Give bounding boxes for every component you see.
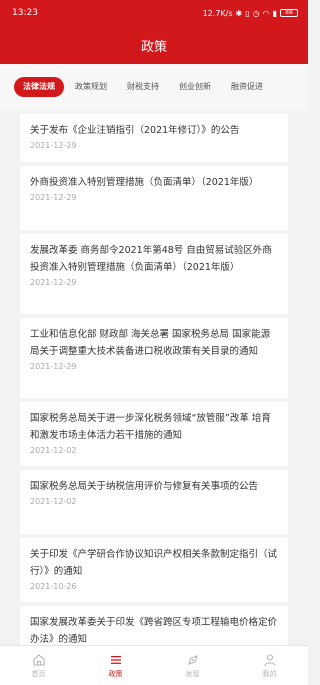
list-item[interactable]: 工业和信息化部 财政部 海关总署 国家税务总局 国家能源局关于调整重大技术装备进… <box>20 318 288 398</box>
tab-finance-tax[interactable]: 财税支持 <box>118 77 168 97</box>
tab-financing[interactable]: 融资促进 <box>222 77 272 97</box>
category-tabs: 法律法规 政策规划 财税支持 创业创新 融资促进 <box>0 64 308 110</box>
list-item[interactable]: 发展改革委 商务部令2021年第48号 自由贸易试验区外商投资准入特别管理措施（… <box>20 234 288 314</box>
list-item[interactable]: 外商投资准入特别管理措施（负面清单）（2021年版） 2021-12-29 <box>20 166 288 230</box>
status-bar: 13:23 12.7K/s ✱ ▯ ◷ ◠ ▮ 88 <box>0 0 308 26</box>
signal-icon: ▮ <box>272 8 277 18</box>
item-title: 国家税务总局关于纳税信用评价与修复有关事项的公告 <box>30 481 259 492</box>
item-date: 2021-12-29 <box>30 193 77 202</box>
list-item[interactable]: 关于发布《企业注销指引（2021年修订）》的公告 2021-12-29 <box>20 114 288 162</box>
item-title: 关于印发《产学研合作协议知识产权相关条款制定指引（试行）》的通知 <box>30 549 278 577</box>
item-title: 外商投资准入特别管理措施（负面清单）（2021年版） <box>30 177 259 188</box>
item-date: 2021-12-29 <box>30 362 77 371</box>
home-icon <box>32 653 45 666</box>
nav-discover-label: 发现 <box>185 669 200 678</box>
item-date: 2021-12-29 <box>30 278 77 287</box>
item-date: 2021-12-29 <box>30 141 77 150</box>
nav-bar: 政策 <box>0 26 308 64</box>
compass-icon <box>187 654 198 665</box>
item-date: 2021-12-02 <box>30 497 77 506</box>
item-title: 关于发布《企业注销指引（2021年修订）》的公告 <box>30 125 240 136</box>
list-item[interactable]: 关于印发《产学研合作协议知识产权相关条款制定指引（试行）》的通知 2021-10… <box>20 538 288 602</box>
tab-laws[interactable]: 法律法规 <box>14 77 64 97</box>
page-title: 政策 <box>140 39 167 55</box>
wifi-icon: ◠ <box>262 8 270 18</box>
item-title: 工业和信息化部 财政部 海关总署 国家税务总局 国家能源局关于调整重大技术装备进… <box>30 329 271 357</box>
status-time: 13:23 <box>12 8 38 18</box>
nav-home-label: 首页 <box>31 669 46 678</box>
nav-discover[interactable]: 发现 <box>154 646 231 685</box>
bottom-tab-bar: 首页 政策 发现 我的 <box>0 645 308 685</box>
list-item[interactable]: 国家税务总局关于进一步深化税务领域“放管服”改革 培育和激发市场主体活力若干措施… <box>20 402 288 466</box>
battery-icon: 88 <box>280 9 298 17</box>
tab-policy-plan[interactable]: 政策规划 <box>66 77 116 97</box>
list-item[interactable]: 国家发展改革委关于印发《跨省跨区专项工程输电价格定价办法》的通知 2021-10… <box>20 606 288 645</box>
policy-list: 关于发布《企业注销指引（2021年修订）》的公告 2021-12-29 外商投资… <box>0 110 308 645</box>
nav-policy[interactable]: 政策 <box>77 646 154 685</box>
tab-innovation[interactable]: 创业创新 <box>170 77 220 97</box>
list-icon <box>110 655 121 664</box>
nav-profile[interactable]: 我的 <box>231 646 308 685</box>
alarm-icon: ◷ <box>252 8 260 18</box>
item-title: 国家税务总局关于进一步深化税务领域“放管服”改革 培育和激发市场主体活力若干措施… <box>30 413 271 441</box>
item-title: 国家发展改革委关于印发《跨省跨区专项工程输电价格定价办法》的通知 <box>30 617 278 645</box>
status-icons: 12.7K/s ✱ ▯ ◷ ◠ ▮ 88 <box>203 9 298 18</box>
item-date: 2021-10-26 <box>30 582 77 591</box>
bluetooth-icon: ✱ <box>235 8 243 18</box>
nav-policy-label: 政策 <box>108 669 123 678</box>
list-item[interactable]: 国家税务总局关于纳税信用评价与修复有关事项的公告 2021-12-02 <box>20 470 288 534</box>
nav-profile-label: 我的 <box>262 669 277 678</box>
network-speed: 12.7K/s <box>202 8 233 18</box>
user-icon <box>263 653 276 666</box>
item-title: 发展改革委 商务部令2021年第48号 自由贸易试验区外商投资准入特别管理措施（… <box>30 245 272 273</box>
nav-home[interactable]: 首页 <box>0 646 77 685</box>
item-date: 2021-12-02 <box>30 446 77 455</box>
vibrate-icon: ▯ <box>245 8 250 18</box>
